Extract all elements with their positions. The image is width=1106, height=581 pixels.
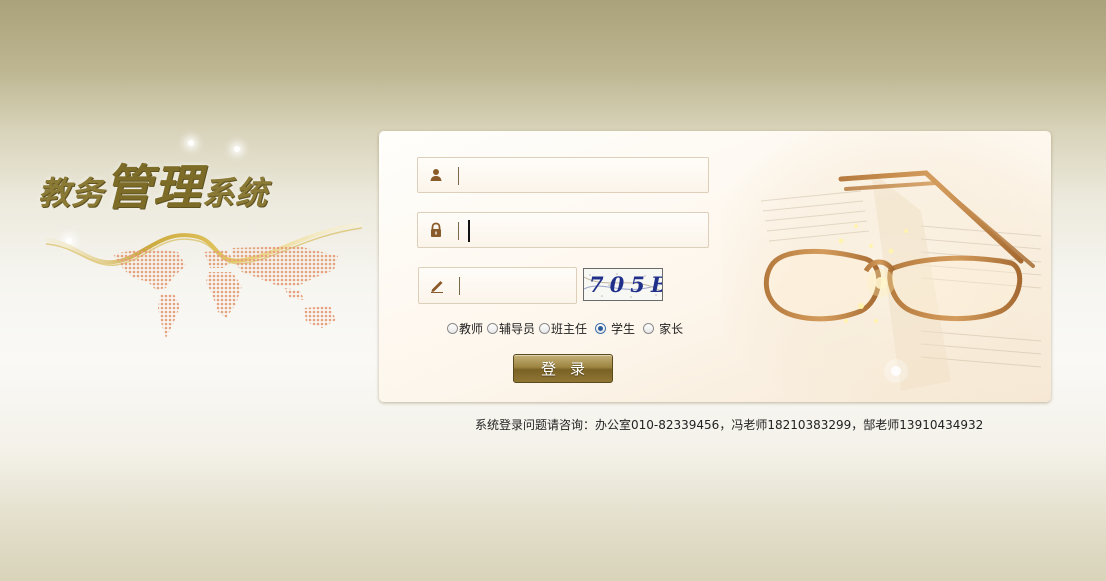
radio-button[interactable] (643, 323, 655, 334)
captcha-field[interactable] (418, 267, 577, 304)
field-separator (458, 222, 459, 240)
username-field[interactable] (417, 157, 709, 193)
sparkle-decoration (188, 140, 194, 146)
user-icon (430, 169, 442, 181)
pencil-icon (431, 281, 443, 293)
world-map-decoration (113, 246, 338, 338)
support-contact-text: 系统登录问题请咨询：办公室010-82339456，冯老师18210383299… (475, 418, 984, 432)
role-student[interactable]: 学生 (595, 320, 635, 337)
radio-button[interactable] (447, 323, 458, 334)
captcha-image[interactable]: 705B (583, 268, 663, 301)
sparkle-decoration (234, 146, 240, 152)
role-head-teacher[interactable]: 班主任 (539, 320, 587, 337)
system-title: 教务管理系统 (38, 148, 268, 218)
login-button[interactable]: 登录 (513, 354, 613, 383)
role-radio-group: 教师 辅导员 班主任 学生 家长 (447, 320, 687, 337)
role-label: 班主任 (551, 322, 588, 336)
password-input[interactable] (464, 215, 708, 247)
role-label: 辅导员 (499, 322, 536, 336)
role-counselor[interactable]: 辅导员 (487, 320, 535, 337)
login-panel: 705B 教师 辅导员 班主任 学生 家长 登录 (379, 131, 1051, 402)
title-part-1: 教务 (38, 174, 105, 212)
lock-icon (431, 222, 441, 237)
brand-logo: 教务管理系统 (30, 130, 370, 360)
role-teacher[interactable]: 教师 (447, 320, 483, 337)
captcha-input[interactable] (465, 270, 573, 302)
field-separator (458, 167, 459, 185)
role-label: 家长 (659, 322, 684, 336)
role-label: 教师 (459, 322, 484, 336)
radio-button-checked[interactable] (595, 323, 607, 334)
radio-button[interactable] (539, 323, 551, 334)
username-input[interactable] (464, 160, 708, 192)
title-part-2: 管理 (104, 160, 203, 216)
password-field[interactable] (417, 212, 709, 248)
field-separator (459, 277, 460, 295)
captcha-text: 705B (589, 272, 662, 297)
title-part-3: 系统 (202, 174, 269, 212)
role-label: 学生 (611, 322, 636, 336)
role-parent[interactable]: 家长 (643, 320, 683, 337)
radio-button[interactable] (487, 323, 499, 334)
glasses-book-decoration (721, 131, 1051, 402)
